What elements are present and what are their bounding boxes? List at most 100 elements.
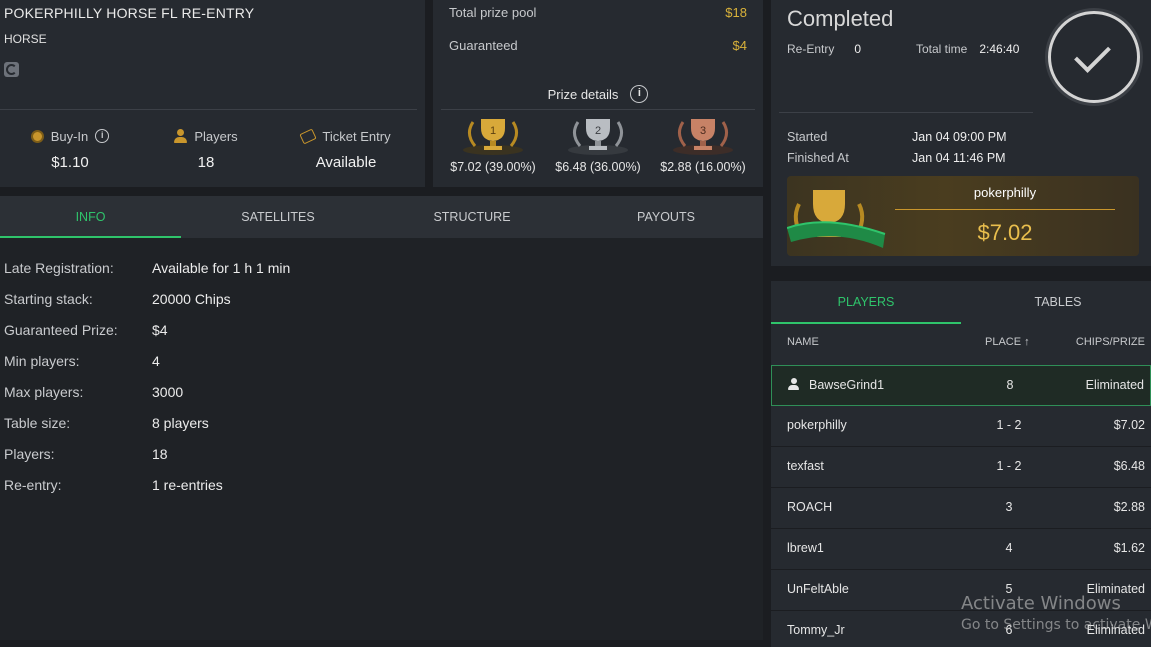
player-place: 3 [1005, 500, 1013, 514]
started-label: Started [787, 130, 828, 144]
info-value: 1 re-entries [152, 477, 223, 493]
players-stat: Players 18 [136, 128, 276, 171]
info-row: Re-entry: 1 re-entries [4, 477, 223, 493]
tab-structure[interactable]: STRUCTURE [375, 196, 569, 238]
buy-in-label: Buy-In [50, 128, 89, 144]
info-row: Guaranteed Prize: $4 [4, 322, 168, 338]
total-time: Total time 2:46:40 [916, 42, 1019, 56]
tab-tables[interactable]: TABLES [963, 281, 1151, 324]
player-name: lbrew1 [787, 541, 824, 555]
table-row[interactable]: BawseGrind1 8 Eliminated [771, 365, 1151, 406]
column-chips-prize[interactable]: CHIPS/PRIZE [1076, 336, 1145, 348]
guaranteed-label: Guaranteed [449, 38, 518, 53]
divider [779, 112, 1033, 113]
info-value: 4 [152, 353, 160, 369]
info-label: Max players: [4, 384, 84, 400]
activation-watermark-subtitle: Go to Settings to activate Wi [961, 617, 1151, 633]
guaranteed-row: Guaranteed $4 [449, 38, 747, 53]
prize-amount: $6.48 (36.00%) [555, 160, 641, 174]
ticket-entry-value: Available [315, 154, 377, 171]
player-prize: $7.02 [1113, 418, 1145, 432]
buy-in-stat: Buy-In i $1.10 [0, 128, 140, 171]
info-panel: Late Registration: Available for 1 h 1 mi… [0, 238, 763, 640]
table-row[interactable]: pokerphilly 1 - 2 $7.02 [771, 406, 1151, 447]
finished-value: Jan 04 11:46 PM [912, 151, 1006, 165]
info-label: Min players: [4, 353, 80, 369]
trophy-rank: 2 [595, 125, 601, 137]
info-row: Starting stack: 20000 Chips [4, 291, 231, 307]
info-label: Late Registration: [4, 260, 114, 276]
prize-place-1: 1 $7.02 (39.00%) [441, 116, 545, 174]
buy-in-value: $1.10 [51, 154, 89, 171]
players-label: Players [194, 128, 238, 144]
tournament-header: POKERPHILLY HORSE FL RE-ENTRY HORSE Buy-… [0, 0, 425, 187]
trophy-rank: 3 [700, 125, 706, 137]
trophy-rank: 1 [490, 125, 496, 137]
prize-pool-value: $18 [725, 5, 747, 20]
info-icon[interactable]: i [630, 85, 649, 103]
reentry-count: Re-Entry 0 [787, 42, 861, 56]
player-place: 1 - 2 [996, 459, 1022, 473]
info-value: $4 [152, 322, 168, 338]
tournament-tabs: INFO SATELLITES STRUCTURE PAYOUTS [0, 196, 763, 238]
table-row[interactable]: texfast 1 - 2 $6.48 [771, 447, 1151, 488]
winner-prize: $7.02 [977, 220, 1033, 245]
info-row: Table size: 8 players [4, 415, 209, 431]
total-time-label: Total time [916, 42, 968, 56]
player-place: 1 - 2 [996, 418, 1022, 432]
reentry-label: Re-Entry [787, 42, 835, 56]
player-prize: $1.62 [1113, 541, 1145, 555]
info-row: Max players: 3000 [4, 384, 183, 400]
players-value: 18 [197, 154, 215, 171]
info-row: Players: 18 [4, 446, 168, 462]
prize-amount: $7.02 (39.00%) [450, 160, 536, 174]
total-time-value: 2:46:40 [979, 42, 1020, 56]
player-name: ROACH [787, 500, 833, 514]
gold-trophy-icon: 1 [463, 119, 523, 155]
prize-panel: Total prize pool $18 Guaranteed $4 Prize… [433, 0, 763, 187]
table-row[interactable]: lbrew1 4 $1.62 [771, 529, 1151, 570]
prize-place-3: 3 $2.88 (16.00%) [651, 116, 755, 174]
info-row: Late Registration: Available for 1 h 1 mi… [4, 260, 290, 276]
winner-trophy-icon [787, 190, 886, 248]
tab-info[interactable]: INFO [0, 196, 181, 238]
prize-place-2: 2 $6.48 (36.00%) [546, 116, 650, 174]
status-panel: Completed Re-Entry 0 Total time 2:46:40 St… [771, 0, 1151, 266]
coin-icon [30, 129, 44, 143]
player-place: 4 [1005, 541, 1013, 555]
prize-details-title: Prize details [547, 86, 619, 102]
guaranteed-value: $4 [732, 38, 747, 53]
player-prize: Eliminated [1085, 378, 1144, 392]
tournament-name: POKERPHILLY HORSE FL RE-ENTRY [4, 5, 255, 21]
info-label: Re-entry: [4, 477, 62, 493]
silver-trophy-icon: 2 [568, 119, 628, 155]
info-value: Available for 1 h 1 min [152, 260, 291, 276]
started-row: Started Jan 04 09:00 PM [787, 130, 1007, 144]
info-value: 3000 [152, 384, 184, 400]
table-row[interactable]: ROACH 3 $2.88 [771, 488, 1151, 529]
player-icon [174, 129, 188, 143]
game-type: HORSE [4, 32, 47, 46]
prize-details-header: Prize details i [433, 85, 763, 103]
tab-satellites[interactable]: SATELLITES [181, 196, 375, 238]
tab-payouts[interactable]: PAYOUTS [569, 196, 763, 238]
winner-card: pokerphilly $7.02 [787, 176, 1139, 256]
bronze-trophy-icon: 3 [673, 119, 733, 155]
started-value: Jan 04 09:00 PM [912, 130, 1007, 144]
divider [0, 109, 417, 110]
column-place[interactable]: PLACE ↑ [985, 336, 1030, 348]
info-icon[interactable]: i [95, 129, 110, 143]
divider [895, 209, 1115, 210]
prize-pool-row: Total prize pool $18 [449, 5, 747, 20]
ticket-icon [299, 128, 318, 144]
info-value: 18 [152, 446, 168, 462]
info-label: Guaranteed Prize: [4, 322, 118, 338]
divider [441, 109, 755, 110]
checkmark-icon [1048, 11, 1140, 103]
winner-name: pokerphilly [973, 185, 1037, 200]
column-name[interactable]: NAME [787, 336, 819, 348]
finished-row: Finished At Jan 04 11:46 PM [787, 151, 1006, 165]
tab-players[interactable]: PLAYERS [771, 281, 961, 324]
player-name: UnFeltAble [787, 582, 849, 596]
status-title: Completed [787, 6, 894, 31]
